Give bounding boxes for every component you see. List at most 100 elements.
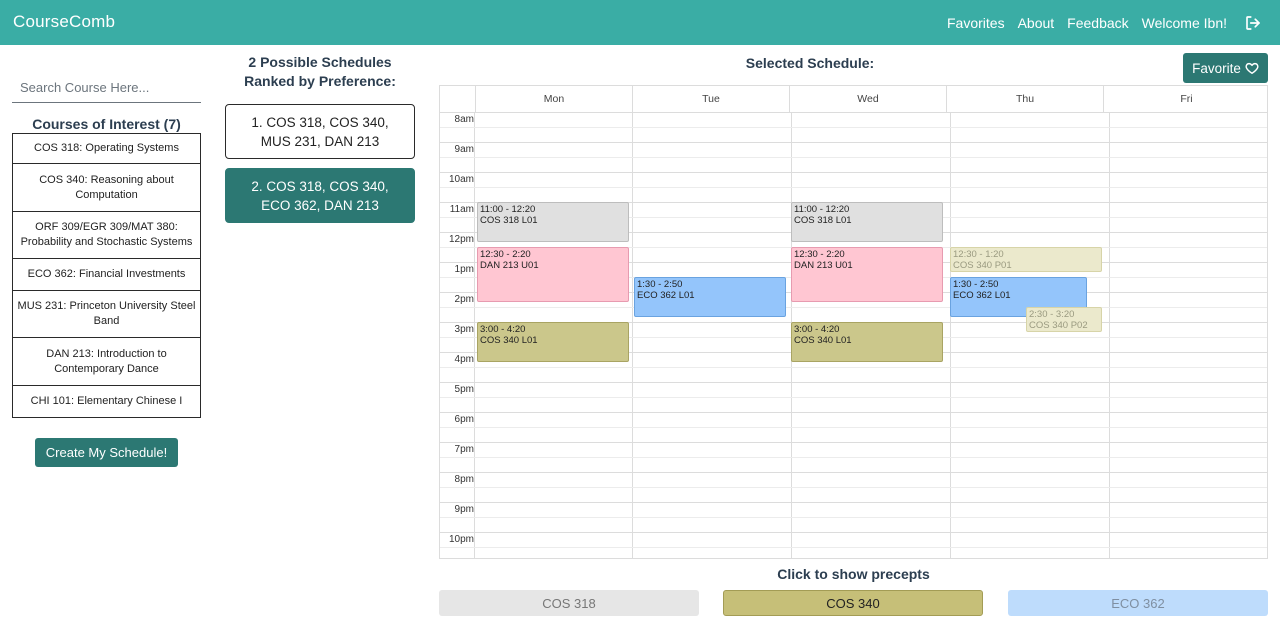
- time-label: 12pm: [448, 234, 474, 245]
- calendar-grid: Mon Tue Wed Thu Fri 8am 9am 10am 11am 12pm 1p…: [439, 85, 1268, 559]
- half-hour-line: [440, 457, 1267, 458]
- calendar-column-line: [950, 112, 951, 558]
- time-label: 5pm: [454, 384, 474, 395]
- course-item-mus231[interactable]: MUS 231: Princeton University Steel Band: [12, 289, 201, 339]
- favorite-label: Favorite: [1192, 60, 1241, 76]
- hour-line: [440, 502, 1267, 503]
- event-label: COS 340 L01: [480, 335, 538, 346]
- brand-logo[interactable]: CourseComb: [13, 12, 115, 32]
- half-hour-line: [440, 307, 1267, 308]
- day-header-mon: Mon: [476, 86, 633, 112]
- time-label: 8pm: [454, 474, 474, 485]
- event-time: 2:30 - 3:20: [1029, 309, 1075, 320]
- time-label: 1pm: [454, 264, 474, 275]
- course-item-cos318[interactable]: COS 318: Operating Systems: [12, 132, 201, 165]
- possible-schedules-title: 2 Possible Schedules Ranked by Preferenc…: [244, 54, 396, 89]
- calendar-event-cos-340-p02-thu[interactable]: 2:30 - 3:20 COS 340 P02: [1026, 307, 1102, 332]
- calendar-event-cos-318-l01-wed[interactable]: 11:00 - 12:20 COS 318 L01: [791, 202, 943, 242]
- event-time: 1:30 - 2:50: [637, 279, 683, 290]
- time-label: 11am: [449, 204, 474, 215]
- time-label: 10am: [448, 174, 474, 185]
- course-item-orf309[interactable]: ORF 309/EGR 309/MAT 380: Probability and…: [12, 210, 201, 260]
- time-label: 7pm: [454, 444, 474, 455]
- search-course-input[interactable]: [12, 72, 201, 103]
- time-label: 9pm: [454, 504, 474, 515]
- day-header-wed: Wed: [790, 86, 947, 112]
- courses-of-interest-title: Courses of Interest (7): [32, 116, 181, 132]
- event-label: ECO 362 L01: [953, 290, 1011, 301]
- course-item-cos340[interactable]: COS 340: Reasoning about Computation: [12, 163, 201, 212]
- hour-line: [440, 382, 1267, 383]
- event-time: 3:00 - 4:20: [480, 324, 526, 335]
- time-label: 8am: [454, 114, 474, 125]
- event-time: 12:30 - 2:20: [480, 249, 531, 260]
- sign-out-icon[interactable]: [1244, 14, 1262, 32]
- hour-line: [440, 112, 1267, 113]
- half-hour-line: [440, 187, 1267, 188]
- create-schedule-button[interactable]: Create My Schedule!: [35, 438, 178, 467]
- half-hour-line: [440, 157, 1267, 158]
- time-label: 6pm: [454, 414, 474, 425]
- time-label: 4pm: [454, 354, 474, 365]
- hour-line: [440, 412, 1267, 413]
- event-time: 11:00 - 12:20: [480, 204, 536, 215]
- half-hour-line: [440, 517, 1267, 518]
- hour-line: [440, 442, 1267, 443]
- course-item-chi101[interactable]: CHI 101: Elementary Chinese I: [12, 384, 201, 418]
- event-label: COS 340 P02: [1029, 320, 1088, 331]
- calendar-column-line: [1109, 112, 1110, 558]
- calendar-event-cos-318-l01-mon[interactable]: 11:00 - 12:20 COS 318 L01: [477, 202, 629, 242]
- calendar-event-eco-362-l01-tue[interactable]: 1:30 - 2:50 ECO 362 L01: [634, 277, 786, 317]
- time-label: 2pm: [454, 294, 474, 305]
- selected-schedule-title: Selected Schedule:: [745, 55, 875, 71]
- half-hour-line: [440, 487, 1267, 488]
- nav-feedback-link[interactable]: Feedback: [1067, 15, 1128, 31]
- nav-about-link[interactable]: About: [1018, 15, 1055, 31]
- calendar-column-line: [474, 112, 475, 558]
- event-label: COS 318 L01: [480, 215, 538, 226]
- precept-button-cos318[interactable]: COS 318: [439, 590, 699, 616]
- event-label: COS 318 L01: [794, 215, 852, 226]
- calendar-corner: [440, 86, 476, 112]
- time-label: 3pm: [454, 324, 474, 335]
- event-label: COS 340 P01: [953, 260, 1012, 271]
- calendar-event-cos-340-l01-mon[interactable]: 3:00 - 4:20 COS 340 L01: [477, 322, 629, 362]
- time-label: 10pm: [448, 534, 474, 545]
- calendar-event-dan-213-u01-mon[interactable]: 12:30 - 2:20 DAN 213 U01: [477, 247, 629, 302]
- event-label: COS 340 L01: [794, 335, 852, 346]
- heart-outline-icon: [1245, 62, 1259, 74]
- half-hour-line: [440, 397, 1267, 398]
- calendar-event-cos-340-l01-wed[interactable]: 3:00 - 4:20 COS 340 L01: [791, 322, 943, 362]
- nav-links: Favorites About Feedback Welcome Ibn!: [947, 0, 1262, 45]
- calendar-column-line: [632, 112, 633, 558]
- schedule-option-1[interactable]: 1. COS 318, COS 340, MUS 231, DAN 213: [225, 104, 415, 159]
- half-hour-line: [440, 367, 1267, 368]
- hour-line: [440, 472, 1267, 473]
- schedule-option-2-selected[interactable]: 2. COS 318, COS 340, ECO 362, DAN 213: [225, 168, 415, 223]
- navbar: CourseComb Favorites About Feedback Welc…: [0, 0, 1280, 45]
- precepts-title: Click to show precepts: [777, 566, 930, 582]
- favorite-button[interactable]: Favorite: [1183, 53, 1268, 83]
- hour-line: [440, 172, 1267, 173]
- event-time: 11:00 - 12:20: [794, 204, 850, 215]
- event-label: ECO 362 L01: [637, 290, 695, 301]
- half-hour-line: [440, 127, 1267, 128]
- event-time: 12:30 - 1:20: [953, 249, 1004, 260]
- day-header-fri: Fri: [1180, 93, 1193, 105]
- half-hour-line: [440, 547, 1267, 548]
- day-header-tue: Tue: [633, 86, 790, 112]
- nav-welcome-link[interactable]: Welcome Ibn!: [1142, 15, 1227, 31]
- calendar-event-dan-213-u01-wed[interactable]: 12:30 - 2:20 DAN 213 U01: [791, 247, 943, 302]
- precept-button-eco362[interactable]: ECO 362: [1008, 590, 1268, 616]
- precept-button-cos340[interactable]: COS 340: [723, 590, 983, 616]
- hour-line: [440, 142, 1267, 143]
- calendar-event-cos-340-p01-thu[interactable]: 12:30 - 1:20 COS 340 P01: [950, 247, 1102, 272]
- course-item-eco362[interactable]: ECO 362: Financial Investments: [12, 258, 201, 291]
- course-item-dan213[interactable]: DAN 213: Introduction to Contemporary Da…: [12, 337, 201, 386]
- half-hour-line: [440, 427, 1267, 428]
- courses-of-interest-list: COS 318: Operating Systems COS 340: Reas…: [12, 132, 201, 418]
- event-time: 3:00 - 4:20: [794, 324, 840, 335]
- event-label: DAN 213 U01: [480, 260, 539, 271]
- event-time: 1:30 - 2:50: [953, 279, 999, 290]
- nav-favorites-link[interactable]: Favorites: [947, 15, 1005, 31]
